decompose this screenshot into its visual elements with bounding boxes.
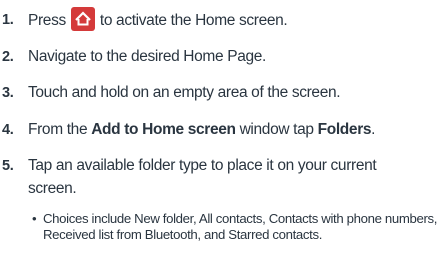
step-text: Navigate to the desired Home Page. [28, 48, 266, 65]
bullet-symbol: • [32, 211, 37, 226]
step-number: 5. [2, 158, 14, 174]
step-text: From the Add to Home screen window tap F… [28, 121, 376, 138]
step-number: 3. [2, 85, 14, 101]
step-text-line-1: Tap an available folder type to place it… [28, 157, 377, 174]
step-text: Press to activate the Home screen. [28, 7, 288, 31]
window-name: Add to Home screen [91, 121, 236, 138]
step-number: 4. [2, 122, 14, 138]
step-number: 1. [2, 12, 14, 28]
bullet-text: Choices include New folder, All contacts… [43, 211, 438, 242]
step-text: Touch and hold on an empty area of the s… [28, 84, 341, 101]
step-text-line-2: screen. [28, 180, 77, 197]
home-key-icon [70, 7, 95, 31]
folders-option: Folders [317, 121, 372, 138]
step-number: 2. [2, 49, 14, 65]
